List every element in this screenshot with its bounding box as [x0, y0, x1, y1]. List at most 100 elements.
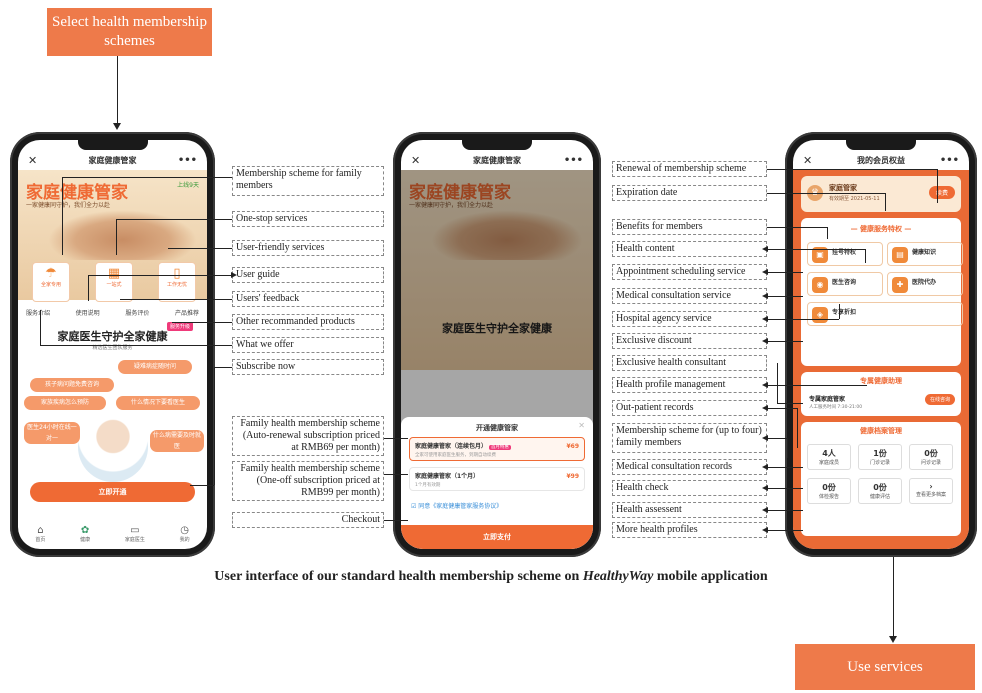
connector	[762, 269, 803, 275]
plan-option-monthly[interactable]: 家庭健康管家（连续包月） 首月特惠 ¥69 全家可使用家庭医生服务，到期自动续费	[409, 437, 585, 461]
connector	[762, 435, 787, 441]
agreement-checkbox[interactable]: ☑ 同意《家庭健康管家服务协议》	[411, 501, 502, 510]
benefit-appointment[interactable]: ▣ 挂号特权	[807, 242, 883, 266]
use-services-step: Use services	[795, 644, 975, 690]
tab-label: 健康	[80, 537, 91, 543]
app-header: ✕ 我的会员权益 •••	[793, 150, 969, 170]
record-more-profiles[interactable]: › 查看更多档案	[909, 478, 953, 504]
more-icon[interactable]: •••	[940, 155, 959, 166]
label-renewal: Renewal of membership scheme	[612, 161, 767, 177]
expiration-date: 有效期至 2021-05-11	[829, 196, 880, 202]
plan-name: 家庭健康管家（连续包月）	[415, 443, 488, 450]
service-card-userfriendly[interactable]: ▯ 工作无忧	[158, 262, 196, 302]
link-feedback[interactable]: 服务评价	[125, 308, 149, 317]
tab-label: 首页	[35, 537, 46, 543]
select-membership-step-label: Select health membership schemes	[52, 14, 207, 49]
label-health-check: Health check	[612, 480, 767, 496]
app-header: ✕ 家庭健康管家 •••	[401, 150, 593, 170]
service-card-label: 一站式	[106, 282, 122, 288]
sheet-title: 开通健康管家	[476, 424, 518, 432]
phone-notch	[462, 140, 532, 150]
hospital-icon: ✚	[892, 277, 908, 293]
plan-option-oneoff[interactable]: 家庭健康管家（1个月） ¥99 1个月有效期	[409, 467, 585, 491]
benefit-title: 健康知识	[912, 249, 937, 256]
connector	[767, 227, 827, 228]
link-guide[interactable]: 使用说明	[76, 308, 100, 317]
benefit-hospital-agency[interactable]: ✚ 医院代办	[887, 272, 963, 296]
label-checkout: Checkout	[232, 512, 384, 528]
label-appointment: Appointment scheduling service	[612, 264, 767, 280]
benefit-discount[interactable]: ◈ 专享折扣	[807, 302, 963, 326]
renew-button[interactable]: 续费	[928, 186, 955, 199]
more-icon[interactable]: •••	[564, 155, 583, 166]
record-consultation[interactable]: 0份 问诊记录	[909, 444, 953, 470]
consultant-name: 专属家庭管家	[809, 396, 846, 403]
connector	[214, 367, 215, 485]
connector	[62, 177, 232, 178]
plan-badge: 首月特惠	[488, 445, 511, 450]
consult-online-button[interactable]: 在线咨询	[924, 394, 955, 405]
label-expiration: Expiration date	[612, 185, 767, 201]
tab-home[interactable]: ⌂ 首页	[35, 525, 45, 543]
service-card-onestop[interactable]: ▦ 一站式	[95, 262, 133, 302]
more-icon[interactable]: •••	[178, 155, 197, 166]
close-icon[interactable]: ✕	[803, 154, 812, 167]
connector	[885, 193, 886, 211]
record-health-check[interactable]: 0份体检报告	[807, 478, 851, 504]
record-health-assessment[interactable]: 0份 健康评估	[858, 478, 902, 504]
doctor-photo	[78, 412, 148, 482]
record-value: 0份	[822, 483, 836, 492]
close-icon[interactable]: ✕	[28, 154, 37, 167]
label-hospital-agency: Hospital agency service	[612, 311, 767, 327]
tab-label: 我的	[179, 537, 190, 543]
connector	[40, 310, 41, 345]
label-one-off-plan: Family health membership scheme (One-off…	[232, 461, 384, 501]
checkout-button[interactable]: 立即支付	[401, 525, 593, 549]
caption-suffix: mobile application	[653, 569, 768, 584]
close-icon[interactable]: ✕	[578, 421, 585, 430]
benefit-health-content[interactable]: ▤ 健康知识	[887, 242, 963, 266]
hero-tag: 上线9天	[177, 182, 199, 189]
plan-desc: 全家可使用家庭医生服务，到期自动续费	[415, 453, 496, 458]
tab-doctor[interactable]: ▭ 家庭医生	[125, 525, 145, 543]
book-icon: ▤	[892, 247, 908, 263]
connector	[88, 272, 237, 278]
tab-label: 家庭医生	[124, 537, 145, 543]
app-header: ✕ 家庭健康管家 •••	[18, 150, 207, 170]
connector	[120, 299, 232, 300]
leaf-icon: ✿	[80, 525, 90, 536]
record-family-members[interactable]: 4人 家庭成员	[807, 444, 851, 470]
offer-bubble: 疑难病症随时问	[118, 360, 192, 374]
chevron-right-icon: ›	[929, 482, 933, 491]
plan-price: ¥69	[566, 443, 579, 450]
record-label: 体检报告	[818, 494, 839, 500]
offer-bubble: 什么情况下要看医生	[116, 396, 200, 410]
step-arrow-down	[889, 557, 897, 643]
connector	[762, 293, 803, 299]
benefit-consultation[interactable]: ◉ 医生咨询	[807, 272, 883, 296]
service-card-label: 工作无忧	[166, 282, 187, 288]
close-icon[interactable]: ✕	[411, 154, 420, 167]
offer-bubble: 什么病需要及时就医	[150, 430, 204, 452]
benefits-title: — 健康服务特权 —	[850, 225, 912, 233]
label-health-assessment: Health assessent	[612, 502, 767, 518]
connector	[777, 363, 778, 403]
header-title: 我的会员权益	[857, 155, 905, 165]
service-card-family[interactable]: ☂ 全家专用	[32, 262, 70, 302]
label-users-feedback: Users' feedback	[232, 291, 384, 307]
connector	[787, 438, 788, 458]
tab-mine[interactable]: ◷ 我的	[180, 525, 190, 543]
records-title: 健康档案管理	[860, 427, 902, 435]
link-intro[interactable]: 服务介绍	[26, 308, 50, 317]
benefit-title: 医生咨询	[832, 279, 857, 286]
record-outpatient[interactable]: 1份 门诊记录	[858, 444, 902, 470]
plan-price: ¥99	[566, 473, 579, 480]
phone-checkout-screen: ✕ 家庭健康管家 ••• 家庭健康管家 一家健康同守护，我们全力以赴 家庭医生守…	[393, 132, 601, 557]
tab-health[interactable]: ✿ 健康	[80, 525, 90, 543]
select-membership-step: Select health membership schemes	[47, 8, 212, 56]
phone-benefits-screen: ✕ 我的会员权益 ••• ♛ 家庭管家 有效期至 2021-05-11 续费 —…	[785, 132, 977, 557]
plan-desc: 1个月有效期	[415, 483, 441, 488]
subscribe-now-button[interactable]: 立即开通	[30, 482, 195, 502]
link-products[interactable]: 产品推荐	[175, 308, 199, 317]
connector	[40, 345, 232, 346]
